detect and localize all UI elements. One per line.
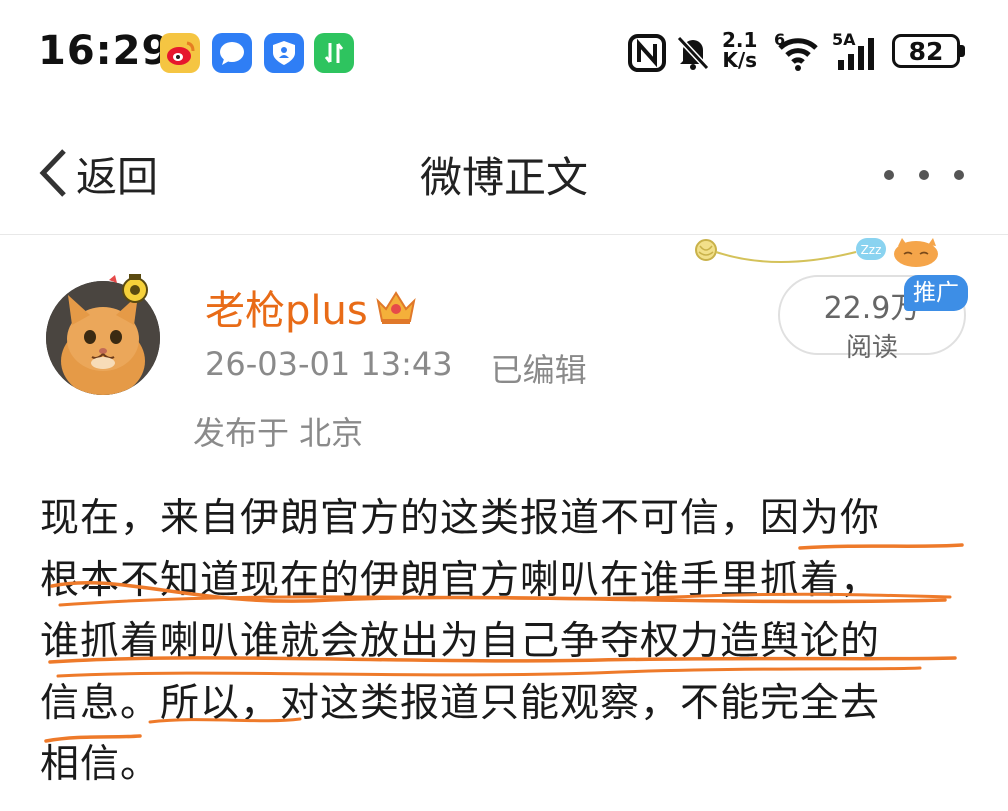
nav-bar: 返回 微博正文 — [0, 110, 1008, 235]
weibo-icon — [160, 33, 200, 73]
post-line: 现在，来自伊朗官方的这类报道不可信，因为你 — [40, 496, 881, 541]
shield-icon — [264, 33, 304, 73]
edited-label[interactable]: 已编辑 — [491, 345, 587, 391]
post-content: 现在，来自伊朗官方的这类报道不可信，因为你 根本不知道现在的伊朗官方喇叭在谁手里… — [40, 488, 970, 796]
wifi-icon: 6 — [774, 30, 822, 74]
message-icon — [212, 33, 252, 73]
more-dot — [954, 170, 964, 180]
post-line: 相信。 — [40, 742, 161, 787]
post-timestamp: 26-03-01 13:43 — [205, 345, 453, 383]
page-title: 微博正文 — [419, 153, 588, 202]
more-dot — [884, 170, 894, 180]
nfc-icon — [628, 34, 666, 72]
post-line: 根本不知道现在的伊朗官方喇叭在谁手里抓着， — [40, 557, 881, 603]
battery-icon: 82 — [892, 34, 965, 68]
network-speed: 2.1 K/s — [722, 28, 758, 72]
status-time: 16:29 — [38, 28, 171, 74]
post-line: 谁抓着喇叭谁就会放出为自己争夺权力造舆论的 — [40, 619, 881, 664]
signal-icon: 5A — [832, 30, 884, 74]
transfer-icon — [314, 33, 354, 73]
more-button[interactable] — [884, 160, 964, 190]
username-row[interactable]: 老枪plus — [205, 278, 418, 336]
promote-badge[interactable]: 推广 — [904, 275, 968, 311]
zzz-bubble: Zzz — [861, 243, 882, 257]
post-meta: 26-03-01 13:43 已编辑 — [205, 345, 587, 391]
read-label: 阅读 — [845, 333, 898, 363]
post-location: 发布于 北京 — [193, 414, 364, 452]
status-bar: 16:29 2.1 K/s 6 5A 82 — [0, 0, 1008, 110]
vip-crown-icon — [376, 291, 416, 324]
mute-bell-icon — [675, 34, 711, 72]
avatar-badge-icon — [109, 274, 148, 303]
more-dot — [919, 170, 929, 180]
card-decoration: Zzz — [695, 238, 938, 267]
post-line: 信息。所以，对这类报道只能观察，不能完全去 — [40, 680, 881, 726]
username[interactable]: 老枪plus — [205, 278, 368, 336]
